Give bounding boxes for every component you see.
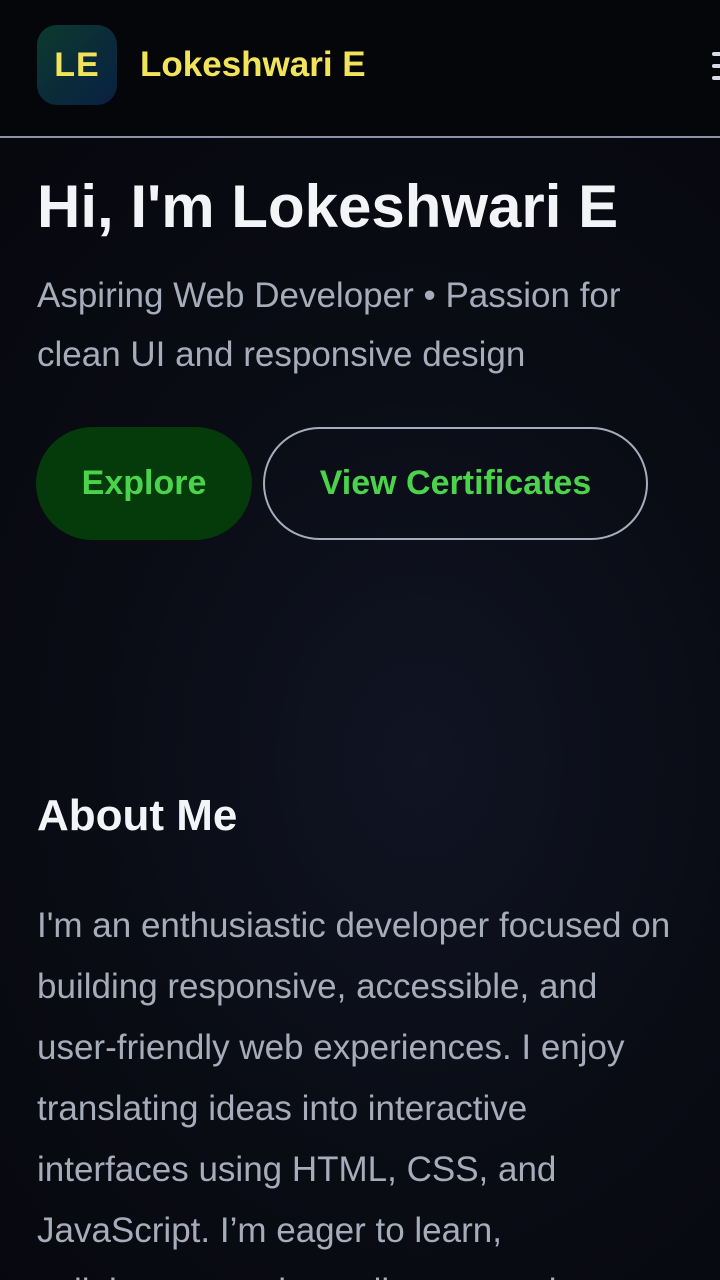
about-line: collaborate, and contribute to real [37,1261,720,1280]
top-nav-bar: LE Lokeshwari E [0,0,720,138]
about-line: interfaces using HTML, CSS, and [37,1150,557,1189]
about-line: I'm an enthusiastic developer focused on [37,906,671,945]
hero-subtitle: Aspiring Web Developer • Passion for cle… [37,276,621,374]
about-line: building responsive, accessible, and [37,967,598,1006]
about-line: translating ideas into interactive [37,1089,528,1128]
logo-badge[interactable]: LE [37,25,117,105]
about-section-title: About Me [37,791,238,840]
explore-button[interactable]: Explore [36,427,252,540]
hero-title: Hi, I'm Lokeshwari E [37,173,619,240]
view-certificates-button[interactable]: View Certificates [263,427,648,540]
about-paragraph: I'm an enthusiastic developer focused on… [37,895,720,1280]
about-line: JavaScript. I’m eager to learn, [37,1211,502,1250]
hamburger-menu-icon[interactable] [712,52,720,82]
brand-name[interactable]: Lokeshwari E [140,42,366,88]
about-line: user-friendly web experiences. I enjoy [37,1028,625,1067]
